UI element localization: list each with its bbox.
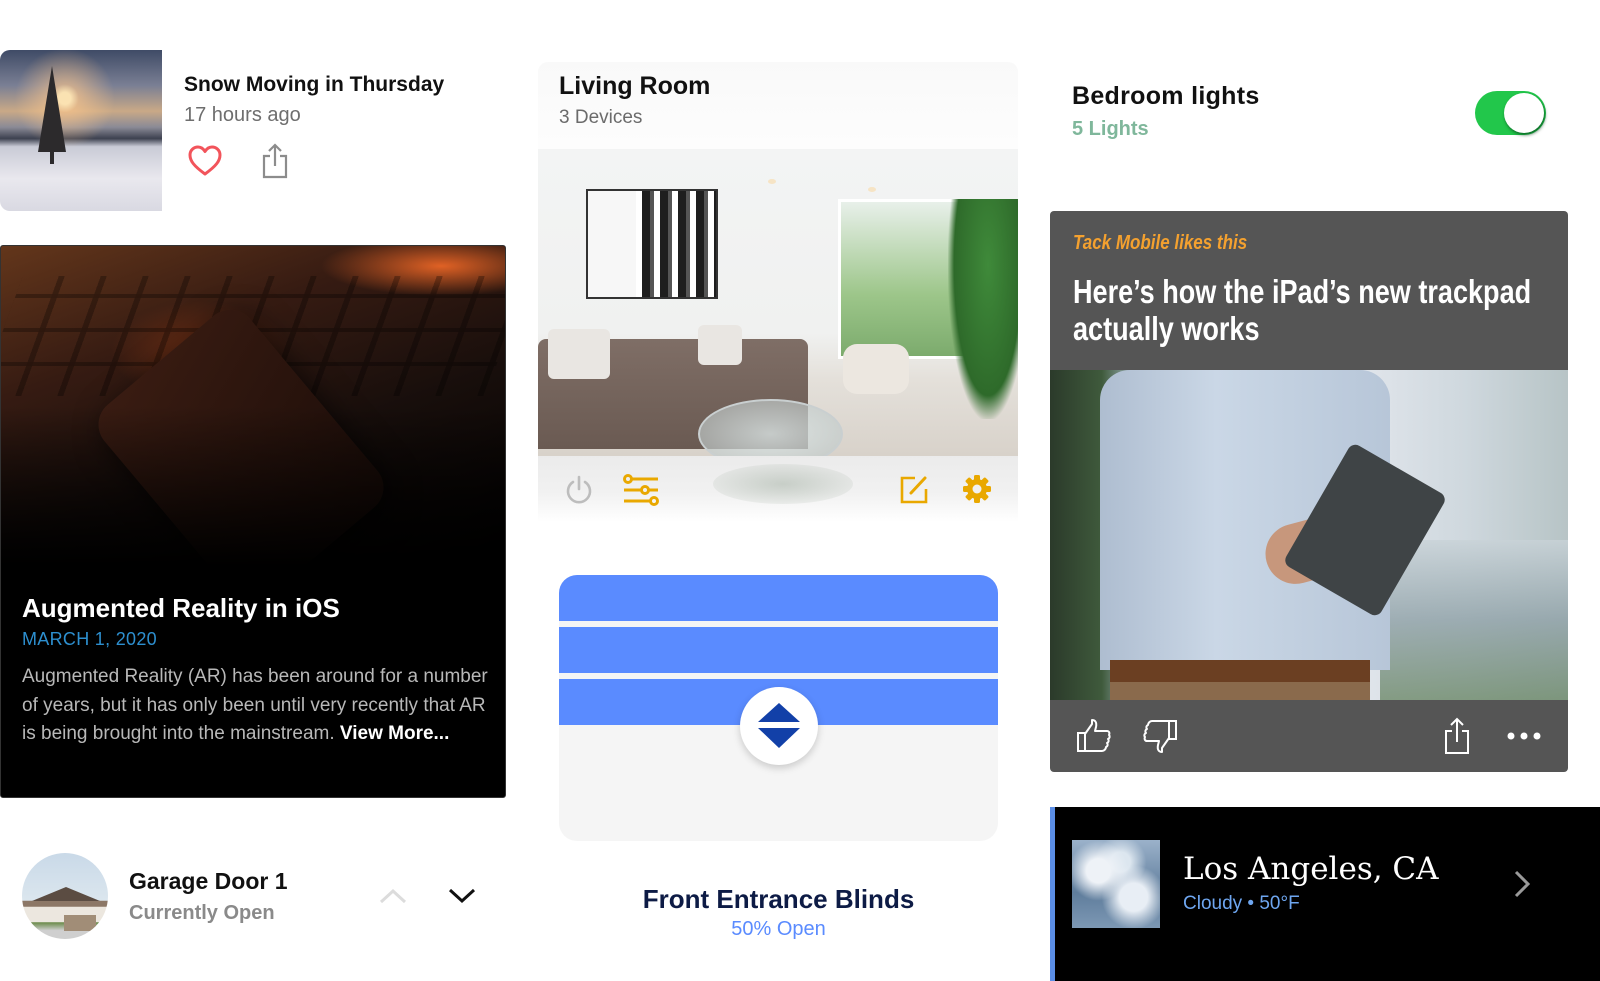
news-share-button[interactable]: [1442, 716, 1472, 756]
edit-button[interactable]: [898, 473, 930, 505]
cushion: [698, 325, 742, 365]
share-icon: [262, 143, 288, 179]
weather-city: Los Angeles, CA: [1183, 851, 1439, 887]
share-button[interactable]: [260, 142, 290, 180]
edit-icon: [900, 476, 928, 504]
blind-slat: [559, 627, 998, 673]
toggle-knob: [1504, 93, 1544, 133]
ar-article-body: Augmented Reality (AR) has been around f…: [22, 663, 492, 749]
weather-detail-button[interactable]: [1510, 866, 1534, 902]
blind-slat: [559, 575, 998, 621]
weather-cloud-thumbnail: [1072, 840, 1160, 928]
thumbs-up-button[interactable]: [1076, 718, 1112, 754]
house-roof: [32, 887, 100, 901]
armchair: [843, 344, 909, 394]
chevron-right-icon: [1514, 870, 1531, 898]
news-title[interactable]: Here’s how the iPad’s new trackpad actua…: [1073, 273, 1532, 347]
plant: [948, 199, 1018, 419]
view-more-link[interactable]: View More...: [340, 723, 449, 744]
gear-icon: [963, 475, 991, 503]
sliders-icon: [623, 474, 659, 506]
garage-status: Currently Open: [129, 902, 275, 924]
ceiling-light: [868, 187, 876, 192]
garage-title: Garage Door 1: [129, 868, 288, 894]
living-room-title: Living Room: [559, 72, 711, 100]
chevron-up-icon: [379, 888, 407, 904]
garage-open-button[interactable]: [378, 884, 408, 908]
thumbs-down-icon: [1143, 720, 1177, 753]
bedroom-lights-toggle[interactable]: [1475, 91, 1546, 135]
more-icon: [1507, 732, 1541, 740]
adjust-button[interactable]: [622, 473, 660, 507]
settings-button[interactable]: [961, 473, 993, 505]
living-room-device-count: 3 Devices: [559, 107, 643, 128]
snow-article-time: 17 hours ago: [184, 104, 301, 126]
bedroom-lights-count: 5 Lights: [1072, 118, 1149, 140]
share-icon: [1445, 717, 1469, 754]
blinds-status: 50% Open: [731, 918, 826, 940]
garage-close-button[interactable]: [447, 884, 477, 908]
power-button[interactable]: [563, 474, 595, 506]
thumbs-up-icon: [1077, 719, 1111, 752]
heart-icon: [188, 145, 222, 176]
snow-thumbnail: [0, 50, 162, 211]
blinds-title: Front Entrance Blinds: [642, 884, 915, 914]
belt: [1110, 660, 1370, 682]
thumbs-down-button[interactable]: [1142, 718, 1178, 754]
cushion: [548, 329, 610, 379]
ceiling-light: [768, 179, 776, 184]
bedroom-lights-title: Bedroom lights: [1072, 82, 1260, 110]
blinds-drag-handle[interactable]: [740, 687, 818, 765]
ar-article-title: Augmented Reality in iOS: [22, 593, 340, 623]
power-icon: [566, 475, 592, 504]
wall-art: [586, 189, 718, 299]
image-fade: [1, 406, 505, 606]
more-options-button[interactable]: [1504, 726, 1544, 746]
ar-article-date: MARCH 1, 2020: [22, 629, 157, 649]
news-liked-by: Tack Mobile likes this: [1073, 232, 1248, 254]
garage-door-shape: [64, 915, 96, 931]
living-room-toolbar: [538, 456, 1018, 522]
news-photo: [1050, 370, 1568, 700]
weather-condition: Cloudy • 50°F: [1183, 893, 1300, 914]
tree-shape: [38, 66, 66, 152]
pants: [1110, 682, 1370, 700]
ar-hero-image: [1, 246, 505, 613]
tree-trunk: [50, 150, 54, 164]
snow-article-title[interactable]: Snow Moving in Thursday: [184, 73, 444, 97]
up-down-arrows-icon: [758, 703, 800, 748]
chevron-down-icon: [448, 888, 476, 904]
living-room-photo: [538, 149, 1018, 456]
toolbar-blur: [713, 464, 853, 504]
garage-avatar: [22, 853, 108, 939]
coffee-table: [698, 399, 843, 456]
like-button[interactable]: [188, 145, 222, 177]
